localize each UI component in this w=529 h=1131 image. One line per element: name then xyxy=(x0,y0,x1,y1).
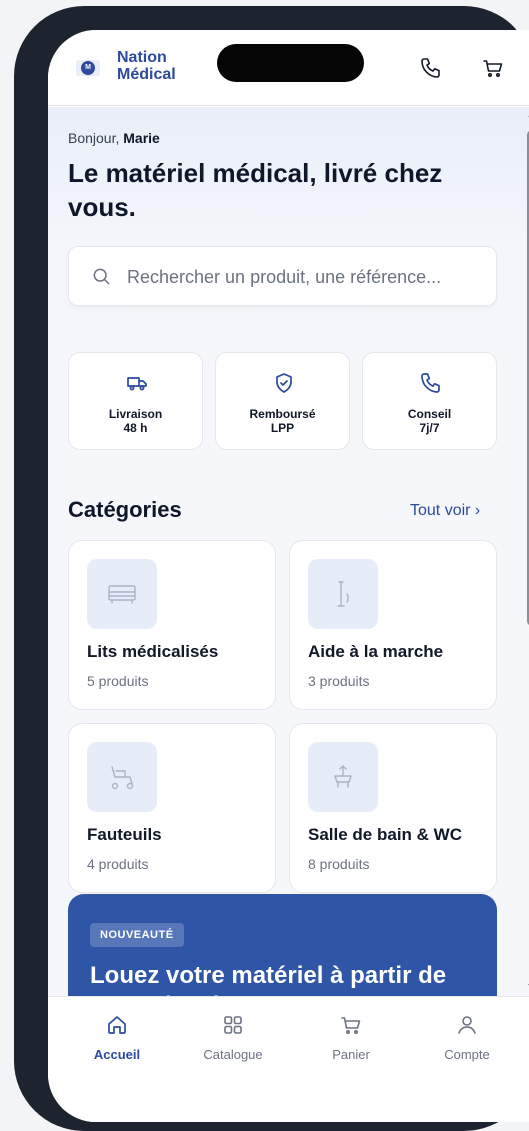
brand-line-2: Médical xyxy=(117,66,176,83)
nav-label: Accueil xyxy=(93,1047,141,1062)
feature-advice-detail: 7j/7 xyxy=(419,421,440,435)
category-card-wheelchairs[interactable]: Fauteuils 4 produits xyxy=(68,723,276,893)
user-icon xyxy=(458,1016,476,1034)
category-thumb xyxy=(308,559,378,629)
feature-delivery-title: Livraison xyxy=(108,407,163,421)
page-headline: Le matériel médical, livré chez vous. xyxy=(68,158,443,222)
category-card-bathroom[interactable]: Salle de bain & WC 8 produits xyxy=(289,723,497,893)
category-thumb xyxy=(87,742,157,812)
shield-check-icon xyxy=(276,373,292,393)
feature-reimbursed-title: Remboursé xyxy=(249,407,316,421)
category-count: 3 produits xyxy=(308,673,370,689)
category-thumb xyxy=(308,742,378,812)
greeting: Bonjour, Marie xyxy=(68,130,160,146)
nav-label: Compte xyxy=(444,1047,490,1062)
cart-icon xyxy=(341,1017,361,1034)
bed-icon xyxy=(108,585,136,604)
category-name: Lits médicalisés xyxy=(87,642,219,661)
phone-frame: M Nation Médical Bonjour, Marie Le matér… xyxy=(14,6,529,1131)
greeting-name: Marie xyxy=(123,130,160,146)
feature-delivery-detail: 48 h xyxy=(123,421,148,435)
category-card-walking-aid[interactable]: Aide à la marche 3 produits xyxy=(289,540,497,710)
greeting-prefix: Bonjour, xyxy=(68,130,120,146)
cart-icon[interactable] xyxy=(481,56,505,80)
wheelchair-icon xyxy=(111,766,134,790)
category-name: Salle de bain & WC xyxy=(308,825,462,844)
promo-banner[interactable]: NOUVEAUTÉ Louez votre matériel à partir … xyxy=(68,894,497,996)
bottom-nav: Accueil Catalogue Panier Compte xyxy=(48,996,529,1122)
nav-label: Panier xyxy=(332,1047,370,1062)
brand-logo[interactable]: M xyxy=(76,60,100,76)
home-icon xyxy=(108,1016,126,1034)
promo-title: Louez votre matériel à partir de 9,90 € … xyxy=(90,962,447,996)
category-card-beds[interactable]: Lits médicalisés 5 produits xyxy=(68,540,276,710)
dynamic-island xyxy=(217,44,364,82)
truck-icon xyxy=(127,377,147,391)
nav-item-home[interactable]: Accueil xyxy=(67,1013,167,1062)
see-all-link[interactable]: Tout voir › xyxy=(410,502,480,520)
app-screen: M Nation Médical Bonjour, Marie Le matér… xyxy=(48,30,529,1122)
feature-delivery: Livraison 48 h xyxy=(68,352,203,450)
category-thumb xyxy=(87,559,157,629)
feature-reimbursed: Remboursé LPP xyxy=(215,352,350,450)
category-count: 4 produits xyxy=(87,856,149,872)
nav-item-account[interactable]: Compte xyxy=(417,1013,517,1062)
category-count: 8 produits xyxy=(308,856,370,872)
search-input[interactable]: Rechercher un produit, une référence... xyxy=(68,246,497,306)
nav-label: Catalogue xyxy=(203,1047,263,1062)
nav-item-cart[interactable]: Panier xyxy=(301,1013,401,1062)
phone-icon[interactable] xyxy=(419,56,443,80)
category-name: Fauteuils xyxy=(87,825,162,844)
brand-name[interactable]: Nation Médical xyxy=(117,49,176,83)
nav-item-catalogue[interactable]: Catalogue xyxy=(183,1013,283,1062)
home-content: Bonjour, Marie Le matériel médical, livr… xyxy=(48,107,529,996)
grid-icon xyxy=(224,1016,242,1034)
phone-icon xyxy=(421,373,440,393)
brand-line-1: Nation xyxy=(117,49,167,66)
category-name: Aide à la marche xyxy=(308,642,444,661)
categories-title: Catégories xyxy=(68,497,182,522)
category-count: 5 produits xyxy=(87,673,149,689)
promo-badge: NOUVEAUTÉ xyxy=(90,923,184,947)
feature-advice: Conseil 7j/7 xyxy=(362,352,497,450)
bath-seat-icon xyxy=(334,765,352,788)
search-icon xyxy=(93,268,110,285)
search-placeholder: Rechercher un produit, une référence... xyxy=(127,267,442,287)
feature-advice-title: Conseil xyxy=(407,407,452,421)
cane-icon xyxy=(337,581,349,607)
logo-mark-icon: M xyxy=(81,61,95,75)
feature-reimbursed-detail: LPP xyxy=(270,421,295,435)
